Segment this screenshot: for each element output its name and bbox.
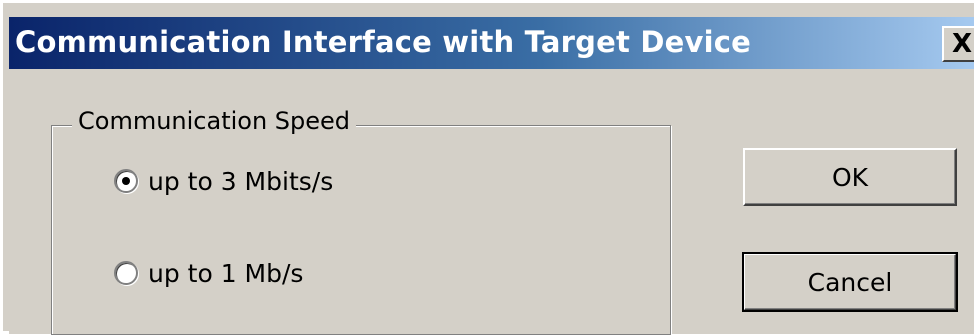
ok-button[interactable]: OK [743, 148, 957, 206]
groupbox-label: Communication Speed [72, 107, 357, 135]
cancel-button[interactable]: Cancel [742, 252, 958, 312]
speed-groupbox: Communication Speed up to 3 Mbits/s up t… [51, 107, 671, 335]
radio-option-1mb[interactable]: up to 1 Mb/s [114, 254, 303, 292]
window-title: Communication Interface with Target Devi… [15, 25, 751, 59]
dialog-body: Communication Speed up to 3 Mbits/s up t… [9, 73, 974, 335]
radio-1mb-label[interactable]: up to 1 Mb/s [148, 259, 303, 288]
radio-option-3mbits[interactable]: up to 3 Mbits/s [114, 162, 333, 200]
radio-3mbits-icon[interactable] [114, 169, 138, 193]
radio-1mb-icon[interactable] [114, 261, 138, 285]
close-icon: X [951, 29, 973, 59]
title-bar[interactable]: Communication Interface with Target Devi… [9, 17, 974, 69]
radio-3mbits-label[interactable]: up to 3 Mbits/s [148, 167, 333, 196]
close-button[interactable]: X [942, 26, 974, 62]
dialog-window: Communication Interface with Target Devi… [0, 0, 974, 335]
